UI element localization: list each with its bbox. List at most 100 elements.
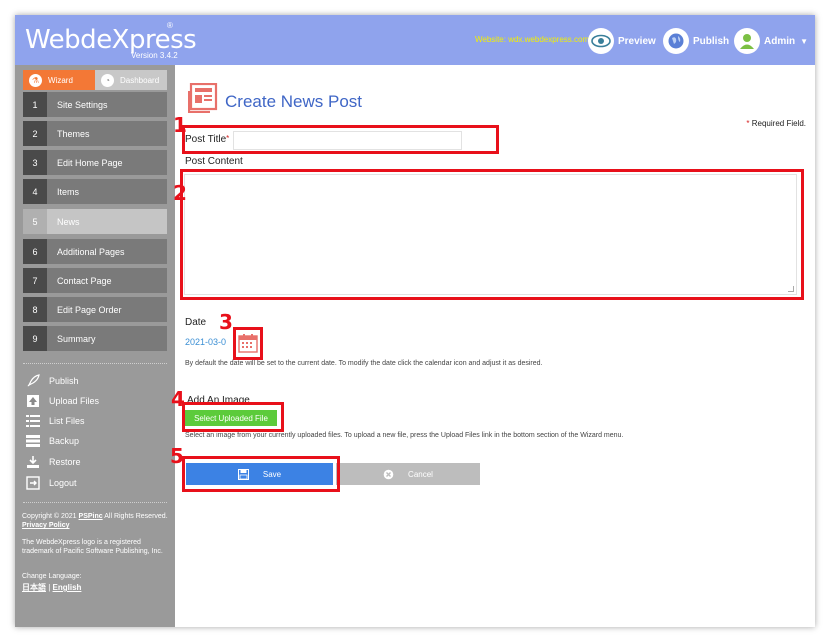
sidebar-item-site-settings[interactable]: 1 Site Settings bbox=[23, 92, 167, 117]
trademark-text: The WebdeXpress logo is a registered tra… bbox=[22, 539, 163, 555]
sidebar-tool-restore[interactable]: Restore bbox=[25, 454, 81, 470]
eye-icon bbox=[588, 28, 614, 54]
step-number: 1 bbox=[23, 92, 47, 117]
step-label: News bbox=[57, 216, 80, 227]
privacy-policy-link[interactable]: Privacy Policy bbox=[22, 522, 69, 529]
step-number: 2 bbox=[23, 121, 47, 146]
tab-dashboard[interactable]: ◔ Dashboard bbox=[95, 70, 167, 90]
step-label: Themes bbox=[57, 128, 90, 139]
globe-icon bbox=[663, 28, 689, 54]
rocket-icon bbox=[25, 374, 41, 388]
step-label: Additional Pages bbox=[57, 246, 125, 257]
date-value: 2021-03-0 bbox=[185, 337, 227, 347]
language-separator: | bbox=[48, 583, 51, 592]
sidebar-item-news[interactable]: 5 News bbox=[23, 209, 167, 234]
tab-wizard[interactable]: ⚗ Wizard bbox=[23, 70, 95, 90]
preview-button[interactable]: Preview bbox=[588, 27, 656, 55]
publish-label: Publish bbox=[693, 35, 730, 47]
version-label: Version 3.4.2 bbox=[131, 51, 178, 60]
step-label: Contact Page bbox=[57, 275, 112, 286]
app-window: WebdeXpress ® Version 3.4.2 Website: wdx… bbox=[15, 15, 815, 627]
annotation-label-3: 3 bbox=[219, 310, 233, 334]
tab-wizard-label: Wizard bbox=[48, 75, 73, 85]
annotation-label-2: 2 bbox=[173, 181, 187, 205]
news-page-icon bbox=[187, 82, 218, 118]
image-help-text: Select an image from your currently uplo… bbox=[185, 432, 624, 439]
cancel-button[interactable]: Cancel bbox=[336, 463, 480, 485]
sidebar-tool-upload-files[interactable]: Upload Files bbox=[25, 393, 99, 409]
step-label: Site Settings bbox=[57, 99, 108, 110]
step-number: 3 bbox=[23, 150, 47, 175]
tool-label: Restore bbox=[49, 457, 81, 467]
annotation-box-1 bbox=[182, 125, 499, 154]
sidebar-tool-publish[interactable]: Publish bbox=[25, 373, 79, 389]
gauge-icon: ◔ bbox=[101, 73, 114, 87]
annotation-box-2 bbox=[180, 169, 804, 300]
annotation-box-3 bbox=[233, 327, 263, 360]
sidebar: ⚗ Wizard ◔ Dashboard 1 Site Settings 2 The… bbox=[15, 65, 175, 627]
tab-dashboard-label: Dashboard bbox=[120, 75, 160, 85]
required-field-note: * Required Field. bbox=[746, 119, 806, 128]
step-number: 4 bbox=[23, 179, 47, 204]
step-label: Items bbox=[57, 186, 80, 197]
annotation-label-4: 4 bbox=[171, 387, 185, 411]
avatar-icon bbox=[734, 28, 760, 54]
tool-label: Logout bbox=[49, 478, 77, 488]
wizard-icon: ⚗ bbox=[29, 73, 42, 87]
tool-label: List Files bbox=[49, 416, 85, 426]
step-label: Summary bbox=[57, 333, 96, 344]
annotation-label-1: 1 bbox=[173, 113, 187, 137]
publish-header-button[interactable]: Publish bbox=[663, 27, 729, 55]
logout-icon bbox=[25, 476, 41, 490]
copyright-text: Copyright © 2021 PSPinc All Rights Reser… bbox=[22, 512, 168, 530]
step-number: 5 bbox=[23, 209, 47, 234]
website-link[interactable]: Website: wdx.webdexpress.com bbox=[475, 35, 589, 44]
change-language-label: Change Language: bbox=[22, 573, 82, 580]
step-label: Edit Page Order bbox=[57, 304, 122, 315]
sidebar-item-edit-home-page[interactable]: 3 Edit Home Page bbox=[23, 150, 167, 175]
page-title: Create News Post bbox=[225, 92, 362, 111]
list-icon bbox=[25, 414, 41, 428]
sidebar-tool-list-files[interactable]: List Files bbox=[25, 413, 85, 429]
copyright-suffix: All Rights Reserved. bbox=[104, 513, 168, 520]
post-content-label: Post Content bbox=[185, 156, 243, 167]
sidebar-tool-logout[interactable]: Logout bbox=[25, 475, 77, 491]
step-number: 6 bbox=[23, 239, 47, 264]
annotation-box-4 bbox=[182, 402, 284, 432]
upload-icon bbox=[25, 394, 41, 408]
date-help-text: By default the date will be set to the c… bbox=[185, 360, 543, 367]
required-text: Required Field. bbox=[751, 119, 806, 128]
sidebar-item-edit-page-order[interactable]: 8 Edit Page Order bbox=[23, 297, 167, 322]
registered-mark: ® bbox=[167, 21, 173, 30]
sidebar-tool-backup[interactable]: Backup bbox=[25, 433, 79, 449]
sidebar-item-themes[interactable]: 2 Themes bbox=[23, 121, 167, 146]
tool-label: Publish bbox=[49, 376, 79, 386]
step-label: Edit Home Page bbox=[57, 157, 123, 168]
cancel-icon bbox=[383, 469, 394, 480]
tool-label: Backup bbox=[49, 436, 80, 446]
sidebar-divider bbox=[23, 363, 167, 364]
annotation-label-5: 5 bbox=[170, 444, 184, 468]
admin-menu[interactable]: Admin ▼ bbox=[734, 27, 808, 55]
preview-label: Preview bbox=[618, 35, 656, 47]
language-japanese-link[interactable]: 日本語 bbox=[22, 583, 46, 592]
language-english-link[interactable]: English bbox=[53, 583, 82, 592]
chevron-down-icon: ▼ bbox=[800, 36, 809, 46]
annotation-box-5 bbox=[182, 456, 340, 492]
step-number: 9 bbox=[23, 326, 47, 351]
tool-label: Upload Files bbox=[49, 396, 100, 406]
backup-icon bbox=[25, 434, 41, 448]
sidebar-item-contact-page[interactable]: 7 Contact Page bbox=[23, 268, 167, 293]
step-number: 7 bbox=[23, 268, 47, 293]
top-header: WebdeXpress ® Version 3.4.2 Website: wdx… bbox=[15, 15, 815, 65]
restore-icon bbox=[25, 455, 41, 469]
admin-label: Admin bbox=[764, 35, 796, 47]
sidebar-item-summary[interactable]: 9 Summary bbox=[23, 326, 167, 351]
sidebar-item-additional-pages[interactable]: 6 Additional Pages bbox=[23, 239, 167, 264]
company-link[interactable]: PSPinc bbox=[79, 513, 103, 520]
date-label: Date bbox=[185, 317, 207, 328]
cancel-label: Cancel bbox=[408, 469, 433, 479]
sidebar-item-items[interactable]: 4 Items bbox=[23, 179, 167, 204]
step-number: 8 bbox=[23, 297, 47, 322]
sidebar-divider bbox=[23, 502, 167, 503]
